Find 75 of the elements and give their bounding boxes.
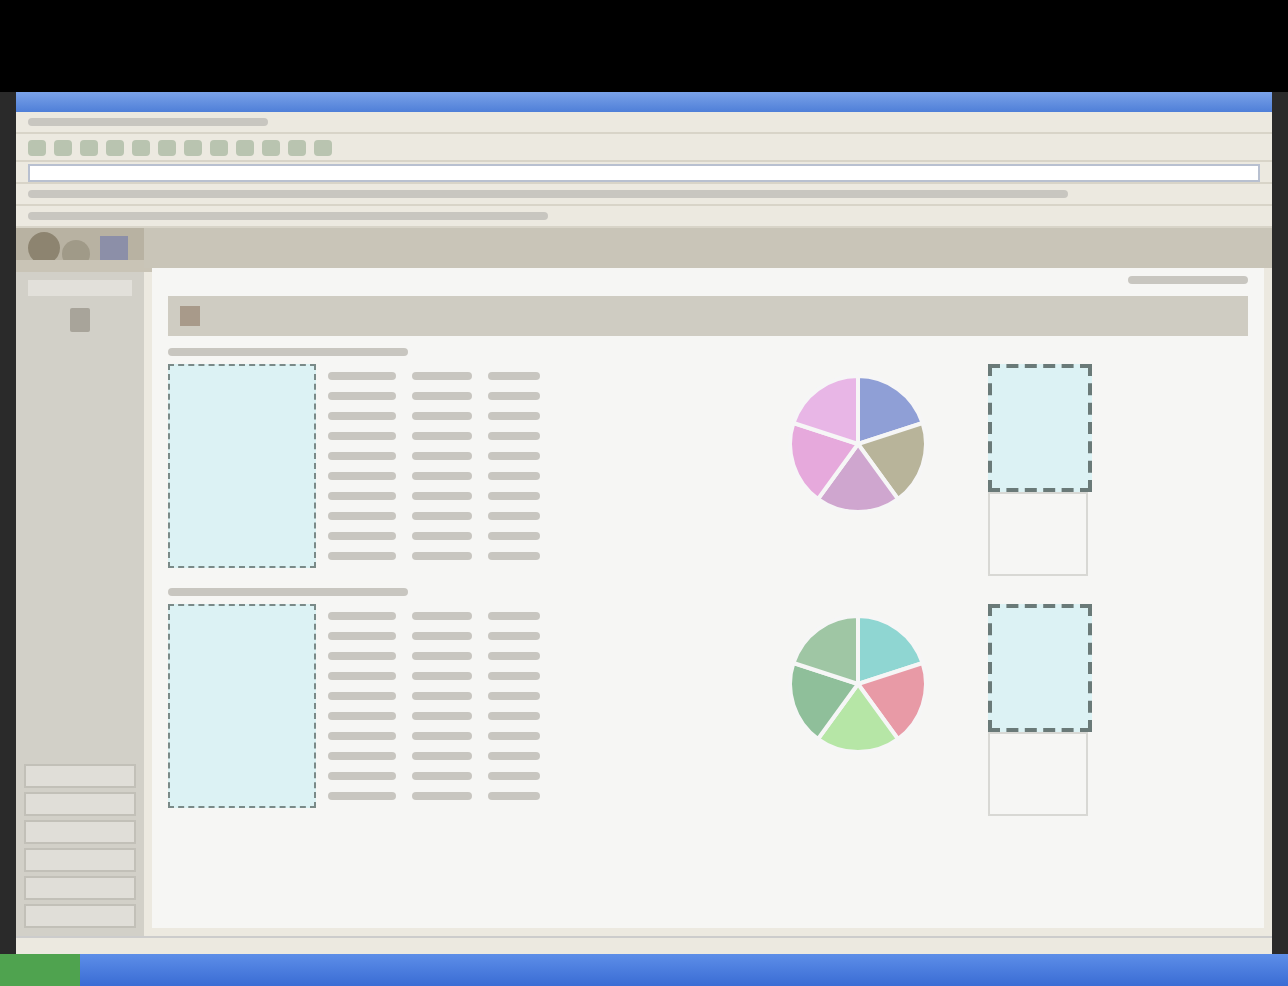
text-smudge: [488, 672, 540, 680]
text-smudge: [488, 432, 540, 440]
legend-frame: [988, 732, 1088, 816]
text-smudge: [488, 412, 540, 420]
text-smudge: [412, 492, 472, 500]
text-smudge: [488, 532, 540, 540]
text-smudge: [488, 472, 540, 480]
text-smudge: [328, 432, 396, 440]
legend-box: [988, 604, 1092, 732]
text-smudge: [488, 632, 540, 640]
text-smudge: [1128, 276, 1248, 284]
text-smudge: [412, 672, 472, 680]
text-smudge: [412, 552, 472, 560]
text-smudge: [488, 652, 540, 660]
address-field[interactable]: [28, 163, 1260, 181]
text-smudge: [412, 472, 472, 480]
text-smudge: [328, 392, 396, 400]
text-smudge: [328, 692, 396, 700]
nav-button[interactable]: [24, 764, 136, 788]
text-smudge: [328, 512, 396, 520]
text-smudge: [488, 732, 540, 740]
nav-button[interactable]: [24, 820, 136, 844]
text-smudge: [488, 512, 540, 520]
text-smudge: [488, 792, 540, 800]
nav-button[interactable]: [24, 904, 136, 928]
document-icon: [70, 308, 90, 332]
start-button[interactable]: [0, 954, 80, 986]
text-smudge: [328, 452, 396, 460]
text-smudge: [328, 632, 396, 640]
text-smudge: [412, 412, 472, 420]
legend-frame: [988, 492, 1088, 576]
text-smudge: [328, 752, 396, 760]
legend-box: [988, 364, 1092, 492]
text-smudge: [412, 392, 472, 400]
nav-button[interactable]: [24, 876, 136, 900]
text-smudge: [328, 492, 396, 500]
text-smudge: [488, 612, 540, 620]
text-smudge: [412, 772, 472, 780]
text-smudge: [328, 552, 396, 560]
text-smudge: [328, 612, 396, 620]
text-smudge: [328, 412, 396, 420]
text-smudge: [412, 752, 472, 760]
text-smudge: [488, 772, 540, 780]
text-smudge: [412, 632, 472, 640]
text-smudge: [412, 532, 472, 540]
text-smudge: [328, 372, 396, 380]
text-smudge: [488, 712, 540, 720]
text-smudge: [328, 772, 396, 780]
text-smudge: [488, 492, 540, 500]
text-smudge: [412, 372, 472, 380]
text-smudge: [412, 452, 472, 460]
text-smudge: [412, 652, 472, 660]
text-smudge: [328, 732, 396, 740]
text-smudge: [412, 732, 472, 740]
text-smudge: [412, 792, 472, 800]
text-smudge: [328, 792, 396, 800]
text-smudge: [488, 392, 540, 400]
text-smudge: [412, 712, 472, 720]
text-smudge: [412, 612, 472, 620]
text-smudge: [488, 752, 540, 760]
text-smudge: [488, 372, 540, 380]
text-smudge: [328, 472, 396, 480]
text-smudge: [488, 452, 540, 460]
text-smudge: [488, 692, 540, 700]
text-smudge: [412, 692, 472, 700]
text-smudge: [412, 432, 472, 440]
text-smudge: [328, 672, 396, 680]
text-smudge: [328, 712, 396, 720]
text-smudge: [328, 652, 396, 660]
text-smudge: [412, 512, 472, 520]
nav-button[interactable]: [24, 848, 136, 872]
nav-button[interactable]: [24, 792, 136, 816]
text-smudge: [488, 552, 540, 560]
text-smudge: [328, 532, 396, 540]
report-icon: [180, 306, 200, 326]
